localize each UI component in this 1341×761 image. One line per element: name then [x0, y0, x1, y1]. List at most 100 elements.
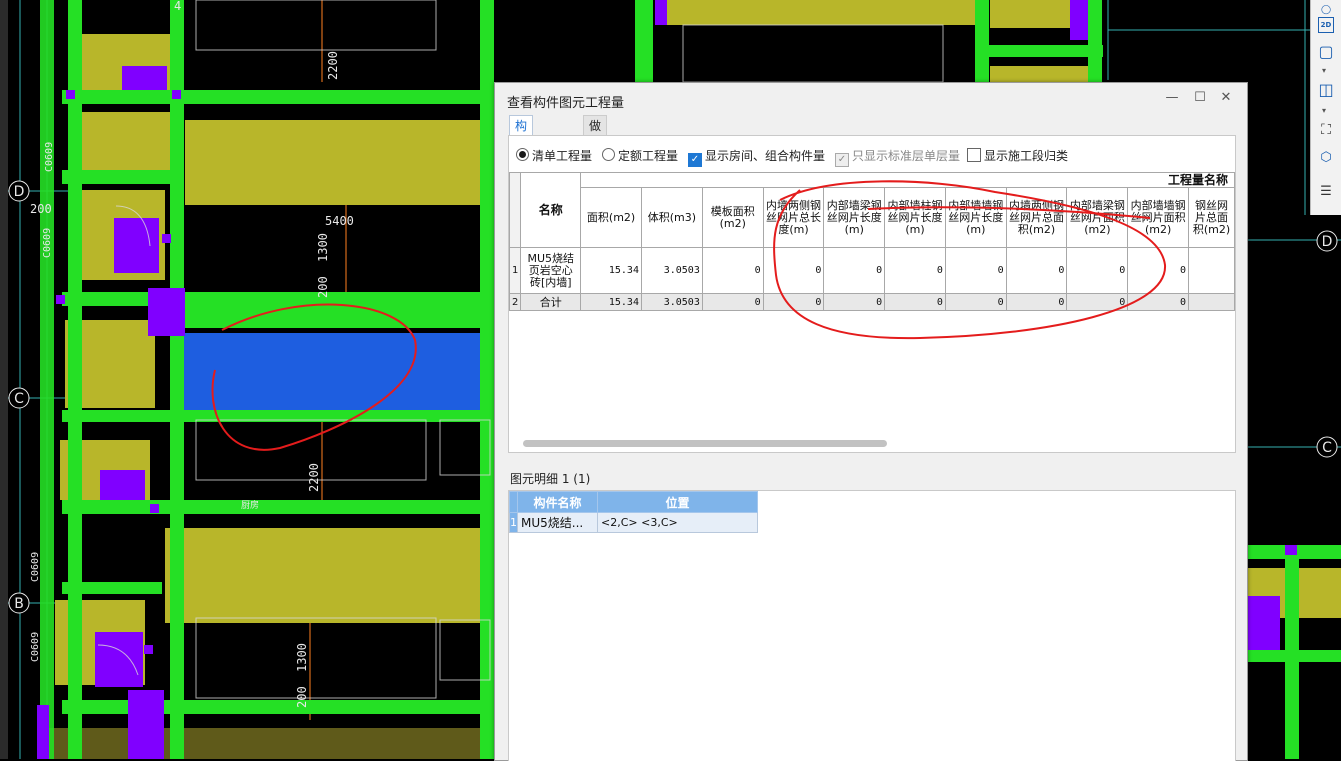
component-quantity-dialog: 查看构件图元工程量 — ☐ ✕ 构件工程量 做法工程量 清单工程量 定额工程量 … [494, 82, 1248, 761]
table-row-total[interactable]: 2 合计 15.34 3.0503 0 0 0 0 0 0 0 0 [508, 293, 1235, 311]
view-toolbar: ◯ 2D ▢ ▾ ◫ ▾ ⛶ ⬡ ☰ [1310, 0, 1341, 215]
column-header[interactable]: 内部墙柱钢丝网片长度(m) [884, 187, 946, 248]
properties-icon[interactable]: ☰ [1316, 182, 1336, 202]
value-cell: 0 [823, 293, 886, 311]
checkmark-icon: ✓ [688, 153, 702, 167]
cube-view-icon[interactable]: ◫ [1316, 80, 1336, 100]
value-cell: 0 [1127, 247, 1190, 294]
radio-label: 清单工程量 [532, 149, 593, 163]
checkbox-label: 只显示标准层单层量 [852, 149, 961, 163]
left-edge-strip [0, 0, 8, 759]
checkbox-only-standard: ✓ 只显示标准层单层量 [835, 147, 960, 167]
value-cell: 3.0503 [640, 247, 703, 294]
row-number: 1 [509, 512, 518, 533]
value-cell: 0 [944, 247, 1007, 294]
checkbox-show-section[interactable]: 显示施工段归类 [967, 147, 1068, 164]
maximize-icon[interactable]: ☐ [1191, 89, 1209, 107]
dim-text: 1300 [295, 643, 309, 672]
table-row[interactable]: 1 MU5烧结... <2,C> <3,C> [509, 512, 758, 533]
value-cell: 15.34 [580, 293, 642, 311]
checkbox-show-room[interactable]: ✓ 显示房间、组合构件量 [688, 147, 825, 167]
value-cell: 0 [701, 247, 764, 294]
radio-label: 定额工程量 [618, 149, 679, 163]
value-cell: 0 [823, 247, 886, 294]
value-cell: 15.34 [580, 247, 642, 294]
value-cell [1188, 293, 1235, 311]
component-name-cell: MU5烧结... [517, 512, 598, 533]
checkmark-icon: ✓ [835, 153, 849, 167]
value-cell: 0 [1066, 293, 1129, 311]
value-cell: 0 [884, 293, 946, 311]
column-header[interactable]: 内墙两侧钢丝网片总面积(m2) [1005, 187, 1068, 248]
dim-text: 1300 [316, 233, 330, 262]
axis-label-c-right: C [1322, 440, 1332, 456]
tab-method-quantity[interactable]: 做法工程量 [583, 115, 608, 213]
column-header[interactable]: 钢丝网片总面积(m2) [1188, 187, 1235, 248]
value-cell: 0 [884, 247, 946, 294]
radio-checked-icon [516, 148, 529, 161]
horizontal-scrollbar[interactable] [523, 440, 887, 447]
fullscreen-icon[interactable]: ⛶ [1316, 120, 1336, 140]
dialog-title-bar[interactable]: 查看构件图元工程量 — ☐ ✕ [495, 83, 1247, 113]
value-cell: 0 [944, 293, 1007, 311]
value-cell: 0 [762, 293, 825, 311]
checkbox-empty-icon [967, 148, 981, 162]
dim-text: 200 [295, 686, 309, 708]
window-tag: C0609 [30, 632, 41, 662]
axis-label-c-left: C [14, 391, 24, 407]
value-cell: 3.0503 [640, 293, 703, 311]
value-cell: 0 [1005, 293, 1068, 311]
radio-unchecked-icon [602, 148, 615, 161]
3d-box-icon[interactable]: ▢ [1316, 42, 1336, 62]
minimize-icon[interactable]: — [1163, 89, 1181, 107]
column-header[interactable]: 面积(m2) [580, 187, 642, 248]
column-header[interactable]: 内部墙梁钢丝网片面积(m2) [1066, 187, 1129, 248]
quantity-table: 名称 工程量名称 面积(m2) 体积(m3) 模板面积(m2) 内墙两侧钢丝网片… [508, 172, 1235, 311]
column-header[interactable]: 构件名称 [517, 491, 598, 513]
axis-label-d-left: D [14, 184, 25, 200]
dim-text: 5400 [325, 214, 354, 228]
value-cell: 0 [701, 293, 764, 311]
component-name-cell: MU5烧结页岩空心砖[内墙] [520, 247, 582, 294]
checkbox-label: 显示施工段归类 [984, 149, 1069, 163]
column-header[interactable]: 内部墙墙钢丝网片面积(m2) [1127, 187, 1190, 248]
tab-component-quantity[interactable]: 构件工程量 [509, 115, 534, 213]
row-number-header [509, 491, 518, 513]
detail-table: 构件名称 位置 1 MU5烧结... <2,C> <3,C> [509, 491, 758, 533]
table-row[interactable]: 1 MU5烧结页岩空心砖[内墙] 15.34 3.0503 0 0 0 0 0 … [508, 247, 1235, 294]
position-cell: <2,C> <3,C> [597, 512, 758, 533]
column-header[interactable]: 模板面积(m2) [701, 187, 764, 248]
name-column-header: 名称 [520, 172, 582, 248]
value-cell: 0 [1005, 247, 1068, 294]
dialog-title: 查看构件图元工程量 [507, 96, 625, 111]
box-select-icon[interactable]: ⬡ [1316, 148, 1336, 168]
dim-text: 2200 [307, 463, 321, 492]
dim-text: 200 [30, 202, 52, 216]
value-cell [1188, 247, 1235, 294]
room-label: 厨房 [241, 499, 259, 511]
window-tag: C0609 [30, 552, 41, 582]
column-header[interactable]: 内部墙梁钢丝网片长度(m) [823, 187, 886, 248]
chevron-down-icon[interactable]: ▾ [1322, 66, 1326, 75]
quantity-panel: 清单工程量 定额工程量 ✓ 显示房间、组合构件量 ✓ 只显示标准层单层量 显示施工段… [508, 135, 1236, 453]
axis-label-d-right: D [1322, 234, 1333, 250]
radio-dinge[interactable]: 定额工程量 [602, 147, 678, 164]
chevron-down-icon[interactable]: ▾ [1322, 106, 1326, 115]
total-label-cell: 合计 [520, 293, 582, 311]
axis-label-b-left: B [14, 596, 24, 612]
column-header[interactable]: 位置 [597, 491, 758, 513]
column-header[interactable]: 体积(m3) [640, 187, 703, 248]
dim-text: 200 [316, 276, 330, 298]
radio-qingdan[interactable]: 清单工程量 [516, 147, 592, 164]
close-icon[interactable]: ✕ [1217, 89, 1235, 107]
value-cell: 0 [1127, 293, 1190, 311]
view-2d-button[interactable]: 2D [1318, 17, 1334, 33]
quantity-group-header: 工程量名称 [580, 172, 1235, 188]
row-number: 2 [508, 293, 522, 311]
column-header[interactable]: 内墙两侧钢丝网片总长度(m) [762, 187, 825, 248]
value-cell: 0 [1066, 247, 1129, 294]
selected-wall-highlight [183, 333, 494, 413]
detail-panel: 构件名称 位置 1 MU5烧结... <2,C> <3,C> [508, 490, 1236, 761]
column-header[interactable]: 内部墙墙钢丝网片长度(m) [944, 187, 1007, 248]
detail-section-label: 图元明细 1 (1) [510, 472, 591, 486]
